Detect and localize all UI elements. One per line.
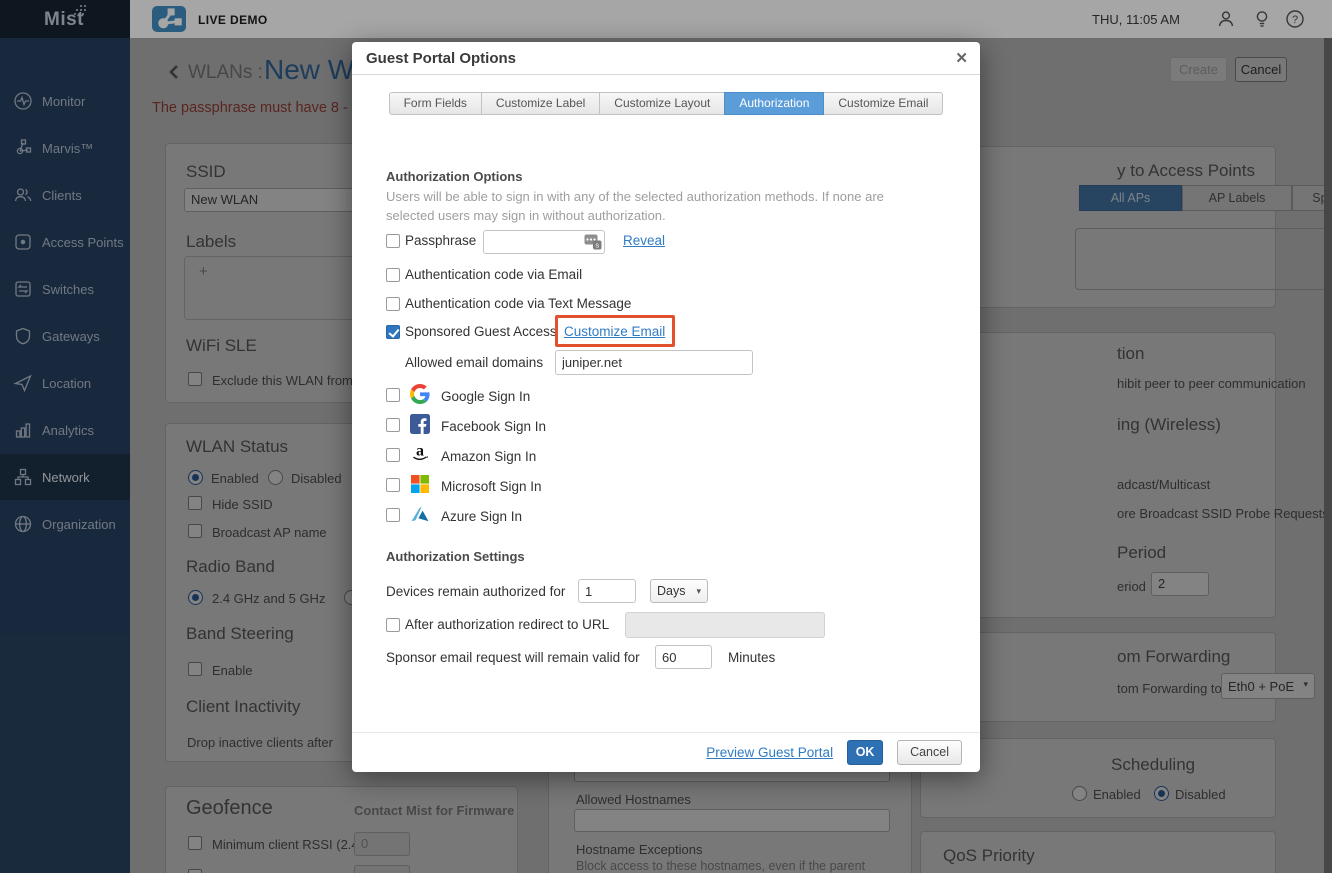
sponsored-guest-label: Sponsored Guest Access [405,324,557,339]
google-signin-checkbox[interactable] [386,388,400,402]
microsoft-icon [411,475,429,493]
sponsor-valid-input[interactable] [655,645,712,669]
azure-signin-checkbox[interactable] [386,508,400,522]
modal-footer: Preview Guest Portal OK Cancel [352,732,980,772]
passphrase-checkbox[interactable] [386,234,400,248]
mist-app: Mist LIVE DEMO THU, 11:05 AM ? Monitor M… [0,0,1332,873]
close-icon[interactable]: ✕ [955,49,968,67]
amazon-icon: a [413,443,428,461]
amazon-signin-checkbox[interactable] [386,448,400,462]
generate-passphrase-icon[interactable]: s [584,234,602,250]
ok-button[interactable]: OK [847,740,884,765]
azure-icon [411,506,429,522]
reveal-link[interactable]: Reveal [623,233,665,248]
tab-customize-layout[interactable]: Customize Layout [599,92,726,115]
sponsored-guest-checkbox[interactable] [386,325,400,339]
facebook-signin-checkbox[interactable] [386,418,400,432]
preview-guest-portal-link[interactable]: Preview Guest Portal [706,745,833,760]
guest-portal-modal: Guest Portal Options ✕ Form Fields Custo… [352,42,980,772]
microsoft-signin-checkbox[interactable] [386,478,400,492]
caret-down-icon: ▾ [696,586,701,596]
microsoft-signin-label: Microsoft Sign In [441,479,542,494]
tab-customize-email[interactable]: Customize Email [823,92,944,115]
modal-tabs: Form Fields Customize Label Customize La… [352,92,980,115]
sms-code-label: Authentication code via Text Message [405,296,632,311]
devices-authorized-label: Devices remain authorized for [386,584,566,599]
redirect-url-label: After authorization redirect to URL [405,617,610,632]
customize-email-link[interactable]: Customize Email [564,324,665,339]
auth-settings-heading: Authorization Settings [386,549,525,564]
modal-header: Guest Portal Options ✕ [352,42,980,75]
passphrase-label: Passphrase [405,233,477,248]
devices-authorized-input[interactable] [578,579,636,603]
email-code-checkbox[interactable] [386,268,400,282]
svg-text:s: s [595,241,599,250]
amazon-signin-label: Amazon Sign In [441,449,537,464]
azure-signin-label: Azure Sign In [441,509,523,524]
allowed-domains-label: Allowed email domains [405,355,544,370]
svg-text:a: a [416,443,424,460]
sponsor-valid-unit: Minutes [728,650,776,665]
google-icon [410,384,430,404]
facebook-signin-label: Facebook Sign In [441,419,547,434]
email-code-label: Authentication code via Email [405,267,583,282]
redirect-url-checkbox[interactable] [386,618,400,632]
sponsor-valid-label: Sponsor email request will remain valid … [386,650,640,665]
redirect-url-input[interactable] [625,612,825,638]
auth-options-description: Users will be able to sign in with any o… [386,189,884,223]
facebook-icon [410,414,430,434]
allowed-domains-input[interactable] [555,350,753,375]
tab-form-fields[interactable]: Form Fields [388,92,482,115]
cancel-button[interactable]: Cancel [897,740,962,765]
sms-code-checkbox[interactable] [386,297,400,311]
tab-customize-label[interactable]: Customize Label [480,92,601,115]
tab-authorization[interactable]: Authorization [724,92,825,115]
google-signin-label: Google Sign In [441,389,531,404]
modal-title: Guest Portal Options [366,50,517,67]
devices-unit-select[interactable]: Days ▾ [650,579,708,603]
auth-options-heading: Authorization Options [386,169,523,184]
